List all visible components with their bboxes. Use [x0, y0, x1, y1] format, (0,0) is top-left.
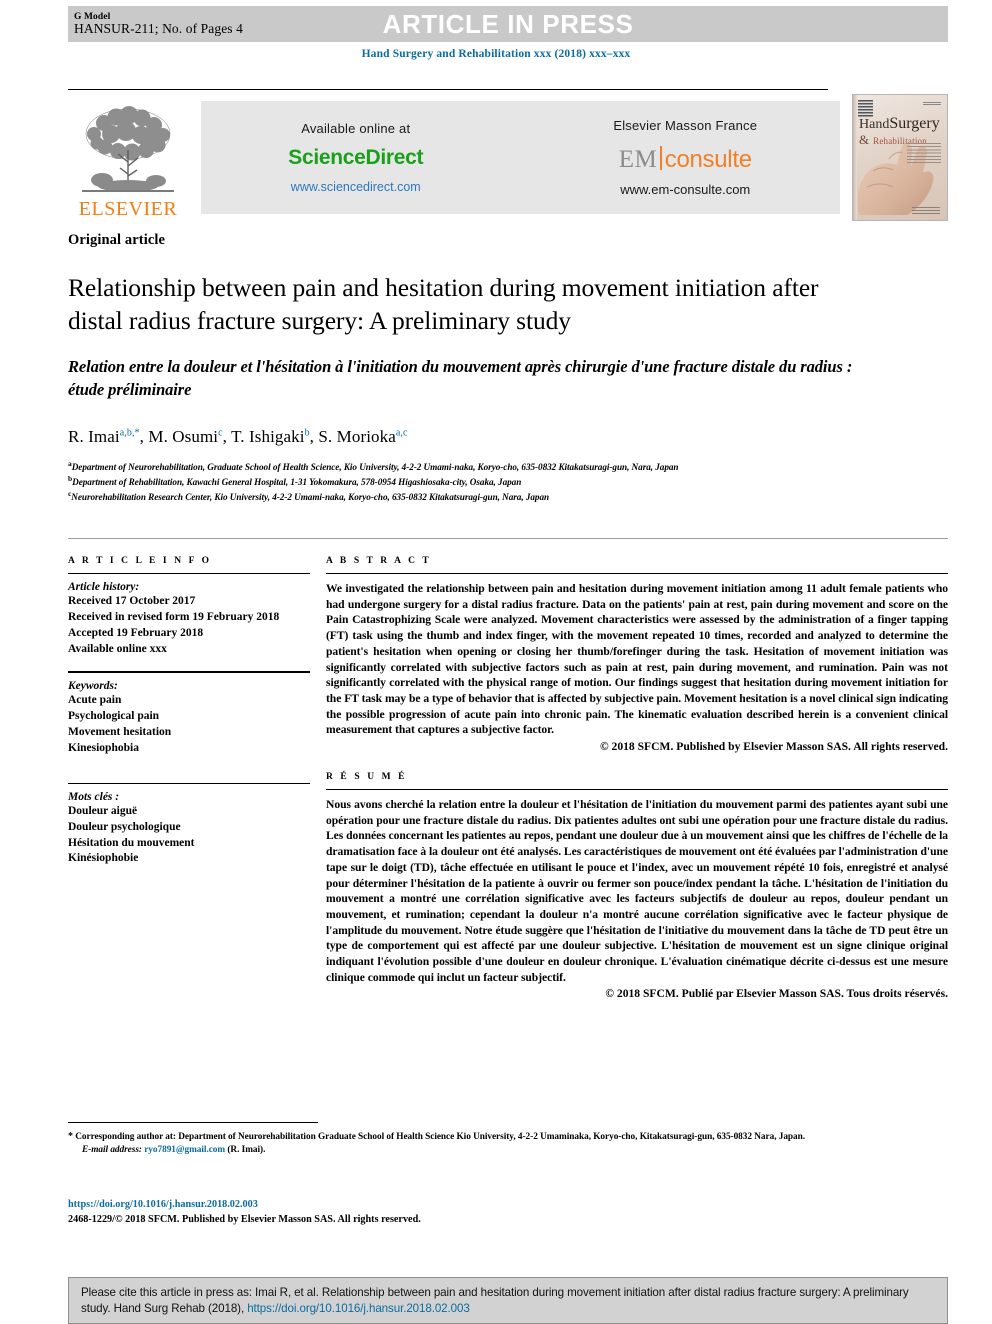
elsevier-masson-france-label: Elsevier Masson France — [613, 118, 758, 133]
affiliation-b: bDepartment of Rehabilitation, Kawachi G… — [68, 474, 948, 489]
affiliation-c: cNeurorehabilitation Research Center, Ki… — [68, 489, 948, 504]
cover-corner-lines — [923, 102, 941, 106]
abstract-section-divider — [68, 538, 948, 539]
consulte-text: consulte — [664, 146, 752, 173]
abstract-copyright: © 2018 SFCM. Published by Elsevier Masso… — [599, 740, 948, 754]
article-info-column: A R T I C L E I N F O Article history: R… — [68, 556, 326, 1000]
resume-copyright: © 2018 SFCM. Publié par Elsevier Masson … — [605, 987, 948, 1001]
motcle-item: Douleur psychologique — [68, 820, 181, 833]
resume-block: R É S U M É Nous avons cherché la relati… — [326, 772, 948, 1000]
sciencedirect-science-text: Science — [288, 146, 366, 169]
resume-body: Nous avons cherché la relation entre la … — [326, 798, 948, 984]
doi-block: https://doi.org/10.1016/j.hansur.2018.02… — [68, 1197, 421, 1228]
cite-text: Please cite this article in press as: Im… — [81, 1285, 935, 1318]
motscles-rule — [68, 782, 310, 784]
available-online-label: Available online at — [301, 121, 411, 136]
emconsulte-logo: EM consulte — [619, 143, 752, 172]
sciencedirect-url[interactable]: www.sciencedirect.com — [291, 180, 421, 194]
article-info-heading: A R T I C L E I N F O — [68, 556, 212, 566]
email-note: E-mail address: ryo7891@gmail.com (R. Im… — [68, 1144, 948, 1157]
article-info-rule — [68, 573, 310, 574]
sciencedirect-block: Available online at ScienceDirect www.sc… — [201, 101, 531, 214]
keyword-item: Psychological pain — [68, 710, 160, 723]
publisher-masthead: ELSEVIER Available online at ScienceDire… — [68, 94, 948, 222]
sciencedirect-direct-text: Direct — [365, 146, 424, 169]
author-affil-markers: a,b,* — [119, 427, 140, 439]
journal-cover-thumbnail: HandSurgery & Rehabilitation — [852, 94, 948, 221]
cite-doi-link[interactable]: https://doi.org/10.1016/j.hansur.2018.02… — [247, 1302, 470, 1315]
affiliation-text: Department of Rehabilitation, Kawachi Ge… — [72, 477, 522, 488]
author-affil-markers: a,c — [395, 427, 408, 439]
abstract-columns: A R T I C L E I N F O Article history: R… — [68, 556, 948, 1000]
motcle-item: Hésitation du mouvement — [68, 836, 195, 849]
email-label: E-mail address: — [82, 1145, 142, 1156]
affiliation-text: Department of Neurorehabilitation, Gradu… — [71, 462, 679, 473]
cover-title-amp: & — [859, 132, 870, 147]
keywords-rule — [68, 671, 310, 674]
corresponding-author-text: Corresponding author at: Department of N… — [75, 1132, 806, 1142]
abstract-heading: A B S T R A C T — [326, 556, 432, 566]
author-affil-markers: b — [304, 427, 310, 439]
email-address-link[interactable]: ryo7891@gmail.com — [144, 1145, 225, 1155]
em-text: EM — [618, 146, 658, 173]
article-in-press-text: ARTICLE IN PRESS — [382, 9, 634, 39]
journal-running-head: Hand Surgery and Rehabilitation xxx (201… — [361, 48, 631, 60]
keyword-item: Movement hesitation — [68, 726, 172, 739]
history-revised: Received in revised form 19 February 201… — [68, 610, 280, 623]
resume-rule — [326, 789, 948, 791]
author-list: R. Imaia,b,*, M. Osumic, T. Ishigakib, S… — [68, 427, 408, 447]
keywords-spacer — [68, 757, 310, 783]
history-available-online: Available online xxx — [68, 642, 167, 655]
doi-link[interactable]: https://doi.org/10.1016/j.hansur.2018.02… — [68, 1197, 421, 1212]
keyword-item: Acute pain — [68, 694, 122, 707]
sciencedirect-logo: ScienceDirect — [288, 146, 423, 170]
page-title: Relationship between pain and hesitation… — [68, 273, 819, 336]
author-affil-markers: c — [218, 427, 223, 439]
elsevier-tree-icon — [82, 106, 174, 192]
emconsulte-block: Elsevier Masson France EM consulte www.e… — [531, 101, 841, 214]
article-history-label: Article history: — [68, 581, 140, 593]
issn-copyright-line: 2468-1229/© 2018 SFCM. Published by Else… — [68, 1214, 421, 1226]
masthead-divider — [68, 89, 828, 90]
cover-text-lines — [907, 143, 941, 163]
cover-footer-lines — [912, 207, 940, 214]
emconsulte-url[interactable]: www.em-consulte.com — [620, 182, 750, 197]
cover-title-surgery: Surgery — [889, 115, 940, 132]
page-subtitle-french: Relation entre la douleur et l'hésitatio… — [68, 357, 853, 399]
footnote-block: * Corresponding author at: Department of… — [68, 1130, 948, 1157]
cite-this-article-box: Please cite this article in press as: Im… — [68, 1277, 948, 1324]
elsevier-wordmark: ELSEVIER — [78, 198, 178, 220]
availability-banner: Available online at ScienceDirect www.sc… — [201, 101, 840, 214]
resume-heading: R É S U M É — [326, 772, 408, 783]
corresponding-author-marker: * — [68, 1131, 73, 1142]
em-divider-bar — [660, 146, 662, 170]
history-accepted: Accepted 19 February 2018 — [68, 626, 204, 639]
cover-publisher-mark — [858, 100, 873, 117]
email-owner: (R. Imai). — [227, 1145, 266, 1156]
affiliation-a: aDepartment of Neurorehabilitation, Grad… — [68, 459, 948, 474]
motcle-item: Douleur aiguë — [68, 804, 138, 817]
abstract-column: A B S T R A C T We investigated the rela… — [326, 556, 948, 1000]
abstract-body: We investigated the relationship between… — [326, 582, 948, 737]
corresponding-author-note: * Corresponding author at: Department of… — [68, 1130, 948, 1144]
article-in-press-banner: G Model HANSUR-211; No. of Pages 4 ARTIC… — [68, 6, 948, 42]
keyword-item: Kinesiophobia — [68, 742, 139, 755]
article-type-label: Original article — [68, 232, 166, 248]
history-received: Received 17 October 2017 — [68, 595, 196, 607]
keywords-label: Keywords: — [68, 680, 118, 693]
abstract-rule — [326, 573, 948, 574]
article-head: Original article Relationship between pa… — [68, 232, 948, 505]
cover-spine — [853, 95, 857, 220]
motscles-label: Mots clés : — [68, 790, 120, 803]
affiliation-text: Neurorehabilitation Research Center, Kio… — [71, 492, 550, 503]
motcle-item: Kinésiophobie — [68, 852, 139, 865]
elsevier-logo: ELSEVIER — [68, 97, 188, 219]
cite-sentence: Please cite this article in press as: Im… — [81, 1286, 909, 1316]
footnote-divider — [68, 1122, 318, 1123]
cover-title-hand: Hand — [859, 117, 890, 132]
